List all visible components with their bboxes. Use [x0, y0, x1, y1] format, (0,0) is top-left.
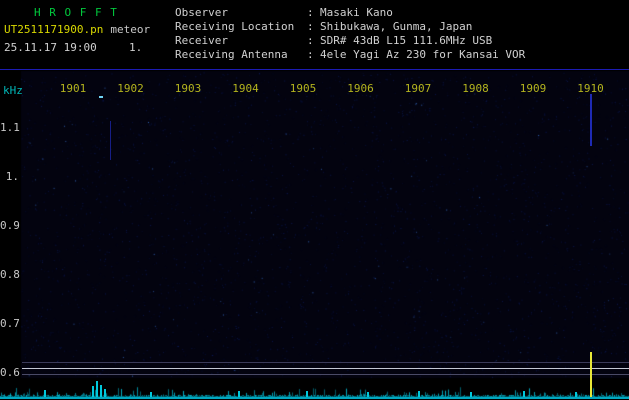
info-label: Receiver [175, 34, 228, 47]
filename-text: UT2511171900.pn [4, 23, 104, 36]
info-row-receiving-antenna: Receiving Antenna:4ele Yagi Az 230 for K… [175, 48, 525, 62]
carrier-line-lower [22, 374, 629, 375]
info-colon: : [307, 20, 314, 33]
time-tick-1907: 1907 [404, 82, 432, 95]
faint-trace-1901 [110, 121, 111, 160]
receiver-info: Observer: Masaki Kano Receiving Location: S… [175, 6, 525, 62]
time-tick-1909: 1909 [519, 82, 547, 95]
info-colon: : [307, 48, 314, 61]
info-value: 4ele Yagi Az 230 for Kansai VOR [320, 48, 526, 61]
level-spike [470, 392, 472, 397]
level-spike [418, 391, 420, 397]
level-spike [150, 392, 152, 397]
level-spike [590, 377, 592, 397]
info-row-receiving-location: Receiving Location: Shibukawa, Gunma, Jap… [175, 20, 525, 34]
time-tick-1904: 1904 [232, 82, 259, 95]
high-band-streak [590, 94, 592, 146]
info-row-receiver: Receiver: SDR# 43dB L15 111.6MHz USB [175, 34, 525, 48]
hrofft-screenshot: H R O F F T UT2511171900.pn meteor 25.11.… [0, 0, 629, 400]
level-spike [92, 386, 94, 397]
carrier-line-main [22, 368, 629, 369]
station-name: meteor [110, 23, 151, 36]
level-spike [306, 391, 308, 397]
info-label: Receiving Location [175, 20, 295, 33]
carrier-line-upper [22, 362, 629, 363]
level-spike [100, 385, 102, 397]
noise-speck [99, 96, 103, 98]
level-spike [238, 391, 240, 397]
time-tick-1901: 1901 [59, 82, 87, 95]
info-colon: : [307, 6, 314, 19]
info-value: Masaki Kano [320, 6, 393, 19]
page-indicator: 1. [129, 41, 143, 54]
level-spike [104, 389, 106, 397]
freq-tick-0.9: 0.9 [0, 219, 20, 232]
level-spike [367, 392, 369, 397]
info-value: SDR# 43dB L15 111.6MHz USB [320, 34, 493, 47]
freq-tick-0.6: 0.6 [0, 366, 20, 379]
datetime-label: 25.11.17 19:00 [4, 41, 97, 54]
app-title: H R O F F T [34, 6, 118, 19]
info-colon: : [307, 34, 314, 47]
level-spike [523, 391, 525, 397]
info-label: Observer [175, 6, 228, 19]
level-baseline [0, 397, 629, 399]
time-tick-1902: 1902 [117, 82, 144, 95]
time-tick-1906: 1906 [347, 82, 374, 95]
freq-tick-0.7: 0.7 [0, 317, 20, 330]
freq-tick-0.8: 0.8 [0, 268, 20, 281]
time-tick-1908: 1908 [462, 82, 489, 95]
freq-tick-1.1: 1.1 [0, 121, 20, 134]
freq-tick-1.: 1. [5, 170, 19, 183]
header-separator [0, 69, 629, 70]
time-tick-1903: 1903 [174, 82, 202, 95]
info-label: Receiving Antenna [175, 48, 288, 61]
level-spike [44, 390, 46, 397]
level-spike [96, 381, 98, 397]
info-row-observer: Observer: Masaki Kano [175, 6, 525, 20]
filename-line: UT2511171900.pn meteor [4, 23, 150, 36]
info-value: Shibukawa, Gunma, Japan [320, 20, 473, 33]
freq-axis-unit: kHz [3, 84, 23, 97]
level-spike [575, 392, 577, 397]
time-tick-1905: 1905 [289, 82, 317, 95]
